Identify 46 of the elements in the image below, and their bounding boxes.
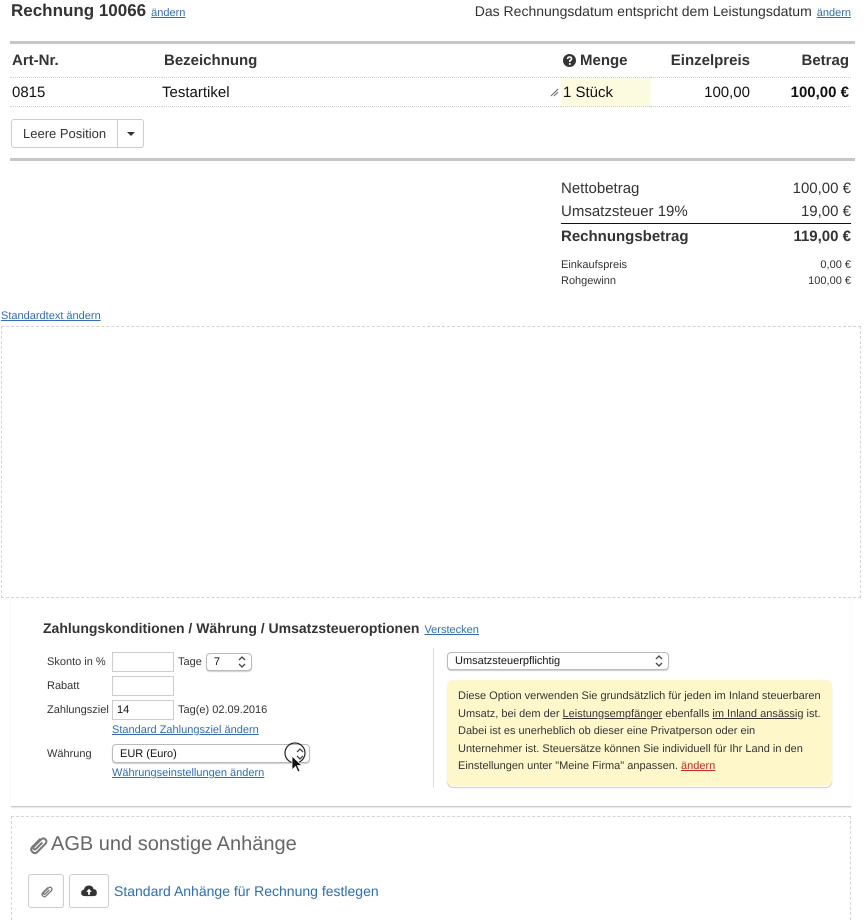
- field-label: Zahlungsziel: [46, 704, 108, 716]
- change-link[interactable]: ändern: [816, 7, 851, 19]
- add-position-button[interactable]: Leere Position: [11, 119, 118, 148]
- total-value: 100,00 €: [808, 275, 851, 287]
- standard-text-link[interactable]: Standardtext ändern: [1, 310, 101, 322]
- total-label: Einkaufspreis: [561, 259, 628, 271]
- total-label: Nettobetrag: [561, 180, 640, 197]
- currency-select[interactable]: EUR (Euro): [112, 744, 310, 763]
- total-value: 0,00 €: [820, 259, 851, 271]
- quantity-field[interactable]: 1 Stück: [561, 78, 650, 107]
- field-label: Skonto in %: [46, 656, 107, 668]
- term-link[interactable]: im Inland ansässig: [712, 708, 804, 720]
- column-header: Betrag: [752, 44, 851, 78]
- field-label: Rabatt: [46, 680, 80, 692]
- column-header: Bezeichnung: [162, 44, 561, 78]
- invoice-title: Rechnung 10066: [11, 1, 146, 20]
- column-header: Menge: [580, 52, 628, 69]
- field-label: Währung: [46, 748, 93, 760]
- section-title: Zahlungskonditionen / Währung / Umsatzsteueroptionen: [43, 620, 420, 636]
- total-label: Rohgewinn: [561, 275, 616, 287]
- total-label: Rechnungsbetrag: [561, 228, 689, 245]
- total-value: 100,00 €: [792, 180, 851, 197]
- price-field[interactable]: 100,00: [650, 78, 752, 107]
- change-link[interactable]: ändern: [681, 760, 716, 772]
- section-title: AGB und sonstige Anhänge: [51, 833, 297, 856]
- change-link[interactable]: ändern: [151, 7, 186, 19]
- column-header: Art-Nr.: [10, 44, 162, 78]
- change-link[interactable]: Standard Zahlungsziel ändern: [112, 724, 259, 736]
- date-note: Das Rechnungsdatum entspricht dem Leistungsdatum: [474, 3, 812, 19]
- term-link[interactable]: Leistungsempfänger: [562, 708, 662, 720]
- days-select[interactable]: 7: [206, 653, 252, 671]
- description-field[interactable]: Testartikel: [162, 84, 230, 100]
- table-cell: 100,00 €: [752, 78, 851, 107]
- tax-info-text: Diese Option verwenden Sie grundsätzlich für jeden im Inland steuerbaren Umsatz, bei dem der Leistungsempfänger ebenfalls im Inland ansässig ist. Dabei ist es unerheblich ob dieser eine Privatperson oder ein Unternehmer ist. Steuersätze können Sie individuell für Ihr Land in den Einstellungen unter "Meine Firma" anpassen. ändern: [447, 680, 832, 786]
- due-note: Tag(e) 02.09.2016: [178, 704, 268, 716]
- table-cell: 0815: [10, 78, 162, 107]
- field-label: Tage: [178, 656, 202, 668]
- column-header: Einzelpreis: [650, 44, 752, 78]
- standard-attachments-link[interactable]: Standard Anhänge für Rechnung festlegen: [114, 883, 379, 899]
- change-link[interactable]: Währungseinstellungen ändern: [112, 767, 264, 779]
- hide-link[interactable]: Verstecken: [424, 624, 479, 636]
- total-label: Umsatzsteuer 19%: [561, 203, 688, 220]
- total-value: 119,00 €: [793, 228, 851, 245]
- due-input[interactable]: 14: [112, 700, 174, 720]
- total-value: 19,00 €: [800, 203, 851, 220]
- tax-select[interactable]: Umsatzsteuerpflichtig: [447, 652, 669, 670]
